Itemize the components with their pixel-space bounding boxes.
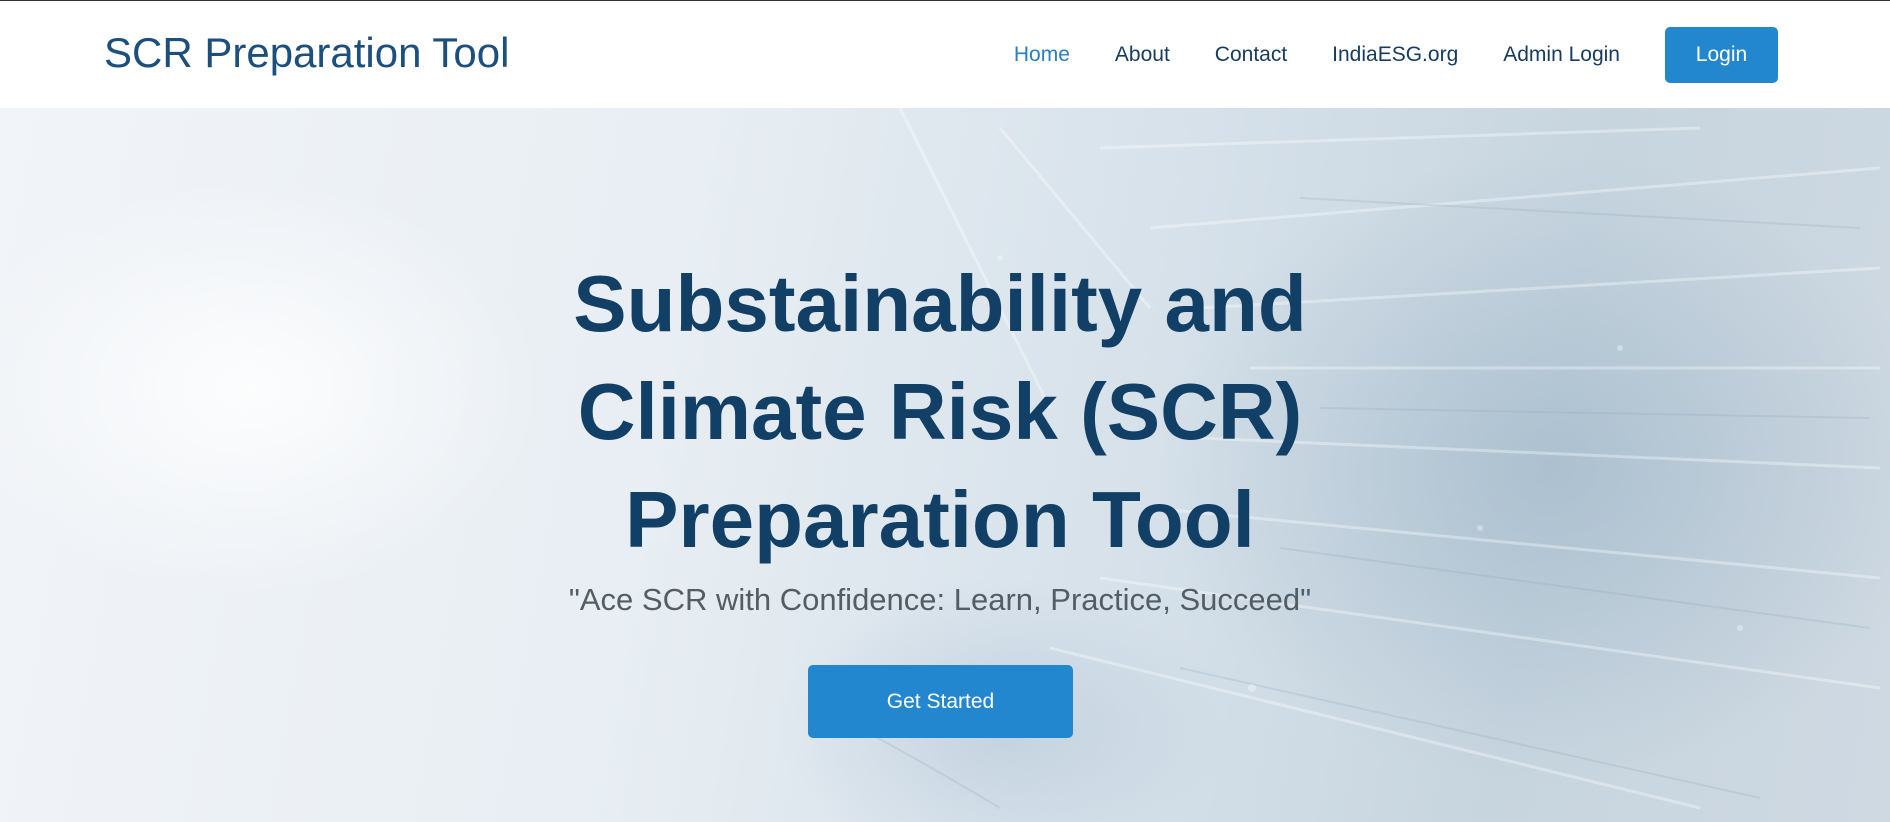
brand-logo-text[interactable]: SCR Preparation Tool bbox=[104, 29, 509, 77]
get-started-button[interactable]: Get Started bbox=[808, 665, 1073, 738]
nav-link-contact[interactable]: Contact bbox=[1215, 43, 1287, 67]
login-button[interactable]: Login bbox=[1665, 27, 1778, 83]
hero-section: Substainability and Climate Risk (SCR) P… bbox=[0, 108, 1890, 822]
nav-links: Home About Contact IndiaESG.org Admin Lo… bbox=[969, 27, 1778, 83]
hero-subtitle: "Ace SCR with Confidence: Learn, Practic… bbox=[568, 582, 1312, 617]
nav-link-admin-login[interactable]: Admin Login bbox=[1503, 43, 1620, 67]
navbar: SCR Preparation Tool Home About Contact … bbox=[0, 0, 1890, 108]
nav-link-home[interactable]: Home bbox=[1014, 43, 1070, 67]
nav-link-about[interactable]: About bbox=[1115, 43, 1170, 67]
nav-link-indiaesg[interactable]: IndiaESG.org bbox=[1332, 43, 1458, 67]
hero-title: Substainability and Climate Risk (SCR) P… bbox=[573, 259, 1307, 564]
